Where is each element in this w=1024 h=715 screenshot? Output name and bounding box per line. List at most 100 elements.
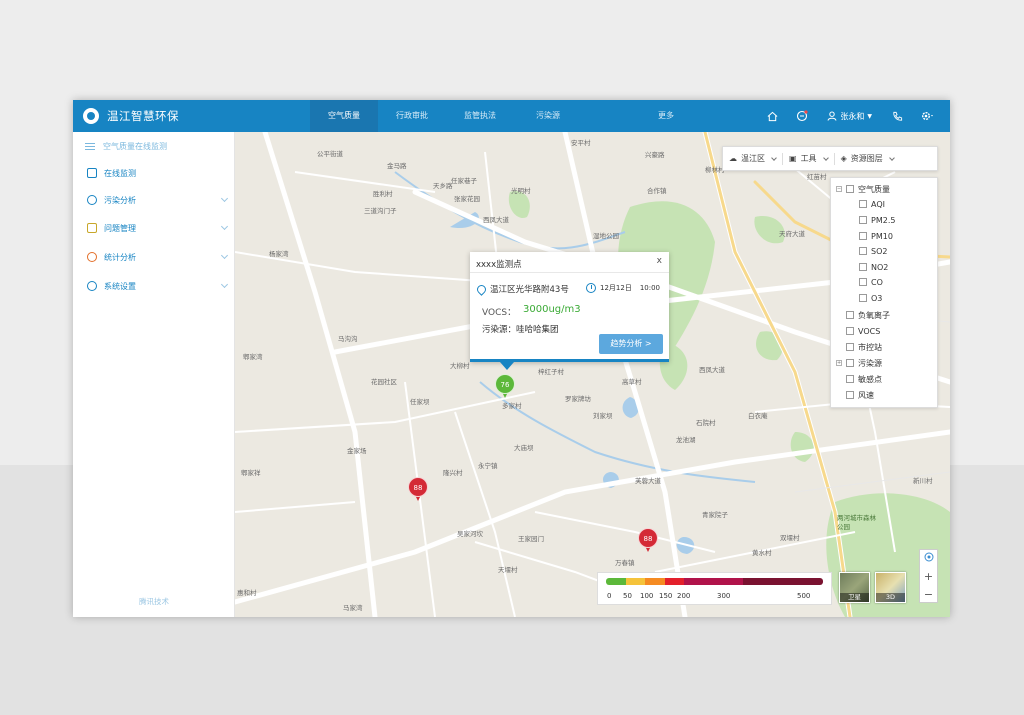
settings-gear-icon[interactable] bbox=[912, 100, 942, 132]
sidebar-item-label: 污染分析 bbox=[104, 195, 136, 205]
layer-item-so2[interactable]: SO2 bbox=[859, 244, 887, 258]
aqi-legend: 0 50 100 150 200 300 500 bbox=[597, 572, 832, 605]
menu-toggle-icon[interactable] bbox=[85, 141, 95, 152]
sidebar-item-statistics[interactable]: 统计分析 bbox=[73, 244, 235, 270]
layer-checkbox[interactable] bbox=[846, 327, 854, 335]
layer-item-o3[interactable]: O3 bbox=[859, 291, 882, 305]
phone-icon[interactable] bbox=[882, 100, 912, 132]
user-name: 张永和 bbox=[840, 111, 865, 121]
layer-item-co[interactable]: CO bbox=[859, 275, 883, 289]
layer-checkbox[interactable] bbox=[859, 294, 867, 302]
sidebar-item-pollution-analysis[interactable]: 污染分析 bbox=[73, 187, 235, 213]
zoom-control: + − bbox=[919, 549, 938, 603]
message-icon[interactable] bbox=[787, 100, 817, 132]
legend-segment bbox=[625, 578, 646, 585]
3d-map-toggle[interactable]: 3D bbox=[875, 572, 906, 603]
layer-item-sensitive-points[interactable]: 敏感点 bbox=[846, 372, 882, 386]
legend-tick: 200 bbox=[677, 592, 691, 600]
map-label: 两河城市森林公园 bbox=[837, 514, 876, 531]
nav-tab-more[interactable]: 更多 bbox=[582, 100, 718, 132]
toolbox-icon: ▣ bbox=[789, 154, 797, 163]
nav-tab-admin-approval[interactable]: 行政审批 bbox=[378, 100, 446, 132]
map-label: 杨家湾 bbox=[269, 250, 289, 258]
map-label: 西凤大道 bbox=[483, 216, 509, 224]
sidebar-heading: 空气质量在线监测 bbox=[103, 141, 167, 151]
marker-value: 76 bbox=[495, 374, 515, 394]
legend-segment bbox=[742, 578, 823, 585]
layer-checkbox[interactable] bbox=[859, 216, 867, 224]
zoom-out-button[interactable]: − bbox=[920, 586, 937, 604]
aqi-marker[interactable]: 88 bbox=[638, 528, 658, 554]
nav-tab-air-quality[interactable]: 空气质量 bbox=[310, 100, 378, 132]
map-label: 大庙坝 bbox=[514, 444, 534, 452]
sidebar-item-system-settings[interactable]: 系统设置 bbox=[73, 273, 235, 299]
trend-analysis-button[interactable]: 趋势分析 > bbox=[599, 334, 663, 354]
layer-checkbox[interactable] bbox=[846, 311, 854, 319]
layer-item-aqi[interactable]: AQI bbox=[859, 197, 885, 211]
satellite-map-toggle[interactable]: 卫星 bbox=[839, 572, 870, 603]
layer-item-vocs[interactable]: VOCS bbox=[846, 324, 880, 338]
map-label: 三道沟门子 bbox=[364, 207, 397, 215]
layer-label: 风速 bbox=[858, 390, 874, 400]
map-view[interactable]: 公平街道 金马路 天乡路 任家巷子 光明村 安平村 柳林村 兴豪路 胜利村 三道… bbox=[235, 132, 950, 617]
tree-collapse-icon[interactable]: − bbox=[836, 186, 842, 192]
marker-value: 88 bbox=[638, 528, 658, 548]
layer-item-pm25[interactable]: PM2.5 bbox=[859, 213, 895, 227]
layer-item-city-station[interactable]: 市控站 bbox=[846, 340, 882, 354]
layer-checkbox[interactable] bbox=[859, 232, 867, 240]
map-label: 张家花园 bbox=[454, 195, 480, 203]
close-icon[interactable]: x bbox=[657, 256, 662, 266]
user-menu[interactable]: 张永和 ▼ bbox=[817, 111, 882, 122]
layer-item-negative-ions[interactable]: 负氧离子 bbox=[846, 308, 890, 322]
layer-item-pm10[interactable]: PM10 bbox=[859, 229, 893, 243]
layer-item-no2[interactable]: NO2 bbox=[859, 260, 888, 274]
sidebar-item-label: 统计分析 bbox=[104, 252, 136, 262]
layer-label: CO bbox=[871, 277, 883, 287]
layer-checkbox[interactable] bbox=[859, 200, 867, 208]
layer-checkbox[interactable] bbox=[846, 343, 854, 351]
nav-tab-pollution-source[interactable]: 污染源 bbox=[514, 100, 582, 132]
aqi-color-scale bbox=[606, 578, 823, 585]
address-text: 温江区光华路附43号 bbox=[490, 285, 569, 295]
home-icon[interactable] bbox=[757, 100, 787, 132]
nav-tab-enforcement[interactable]: 监管执法 bbox=[446, 100, 514, 132]
layer-checkbox[interactable] bbox=[846, 375, 854, 383]
layer-group-air-quality[interactable]: − 空气质量 bbox=[836, 182, 890, 196]
locate-icon[interactable] bbox=[920, 550, 937, 568]
tools-dropdown[interactable]: ▣ 工具 bbox=[783, 146, 834, 171]
map-label: 王家园门 bbox=[518, 535, 544, 543]
layer-checkbox[interactable] bbox=[859, 263, 867, 271]
layer-checkbox[interactable] bbox=[846, 391, 854, 399]
layer-checkbox[interactable] bbox=[859, 278, 867, 286]
gear-icon bbox=[87, 281, 97, 291]
zoom-in-button[interactable]: + bbox=[920, 568, 937, 586]
chevron-down-icon: ▼ bbox=[867, 112, 872, 120]
aqi-marker[interactable]: 88 bbox=[408, 477, 428, 503]
time-text: 10:00 bbox=[639, 284, 661, 292]
sidebar-header[interactable]: 空气质量在线监测 bbox=[73, 132, 235, 160]
layer-label: 市控站 bbox=[858, 342, 882, 352]
legend-tick: 50 bbox=[623, 592, 632, 600]
chevron-down-icon bbox=[220, 222, 229, 231]
map-label: 大柳村 bbox=[450, 362, 470, 370]
layer-group-pollution-source[interactable]: + 污染源 bbox=[836, 356, 882, 370]
map-label: 郫家祥 bbox=[241, 469, 261, 477]
map-label: 永宁镇 bbox=[478, 462, 498, 470]
aqi-marker[interactable]: 76 bbox=[495, 374, 515, 400]
map-label: 胜利村 bbox=[373, 190, 393, 198]
sidebar-item-online-monitoring[interactable]: 在线监测 bbox=[73, 160, 235, 186]
map-label: 双堰村 bbox=[780, 534, 800, 542]
map-label: 金马路 bbox=[387, 162, 407, 170]
layer-item-wind-speed[interactable]: 风速 bbox=[846, 388, 874, 402]
tree-expand-icon[interactable]: + bbox=[836, 360, 842, 366]
resource-layers-dropdown[interactable]: ◈ 资源图层 bbox=[835, 146, 900, 171]
map-label: 公平街道 bbox=[317, 150, 343, 158]
sidebar-item-issue-management[interactable]: 问题管理 bbox=[73, 215, 235, 241]
district-selector[interactable]: ☁ 温江区 bbox=[723, 146, 782, 171]
popup-datetime: 12月12日 10:00 bbox=[586, 283, 660, 293]
layer-checkbox[interactable] bbox=[846, 185, 854, 193]
map-label: 西凤大道 bbox=[699, 366, 725, 374]
layer-checkbox[interactable] bbox=[846, 359, 854, 367]
layer-checkbox[interactable] bbox=[859, 247, 867, 255]
clipboard-icon bbox=[87, 223, 97, 233]
